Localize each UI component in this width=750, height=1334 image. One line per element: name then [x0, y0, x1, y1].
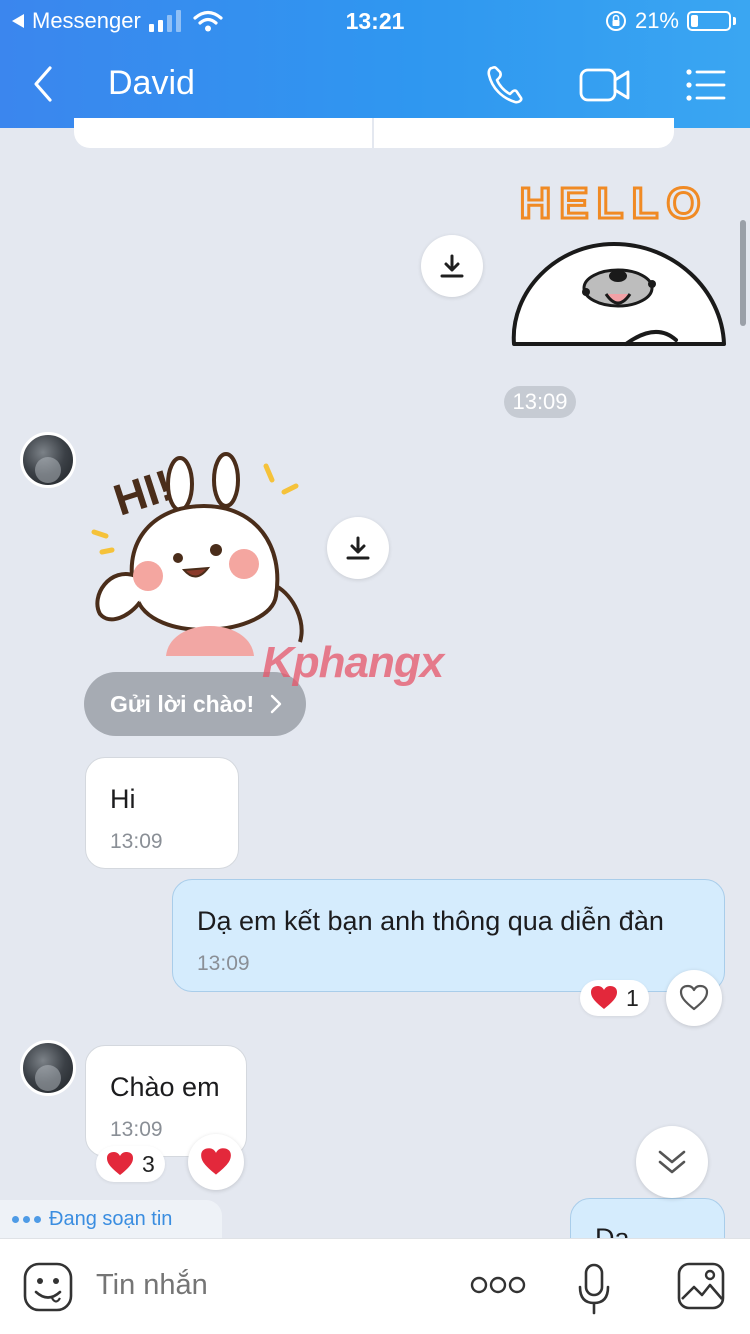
- typing-label: Đang soạn tin: [49, 1207, 173, 1230]
- message-text: Dạ em kết bạn anh thông qua diễn đàn: [197, 906, 664, 936]
- hi-bunny-sticker[interactable]: HI!: [80, 446, 310, 656]
- reaction-summary[interactable]: 3: [96, 1146, 165, 1182]
- message-time: 13:09: [110, 830, 163, 853]
- react-button[interactable]: [666, 970, 722, 1026]
- reaction-summary[interactable]: 1: [580, 980, 649, 1016]
- card-divider: [372, 118, 374, 148]
- message-bubble-outgoing[interactable]: Dạ em kết bạn anh thông qua diễn đàn 13:…: [172, 879, 725, 992]
- message-time: 13:09: [197, 952, 250, 975]
- message-bubble-incoming[interactable]: Hi 13:09: [85, 757, 239, 869]
- battery-icon: [687, 11, 731, 31]
- download-button[interactable]: [421, 235, 483, 297]
- microphone-icon[interactable]: [576, 1263, 612, 1317]
- message-composer: [0, 1238, 750, 1334]
- timestamp-pill: 13:09: [504, 386, 576, 418]
- menu-list-icon[interactable]: [684, 62, 726, 108]
- status-bar-right: 21%: [605, 6, 736, 36]
- heart-outline-icon: [679, 984, 709, 1011]
- contact-avatar[interactable]: [20, 1040, 76, 1096]
- battery-percent: 21%: [634, 8, 679, 33]
- sticker-hello-text: HELLO: [519, 179, 708, 228]
- typing-indicator: Đang soạn tin: [0, 1200, 222, 1238]
- heart-reacted-icon: [201, 1148, 231, 1175]
- previous-card-bottom: [74, 118, 674, 148]
- contact-name[interactable]: David: [108, 64, 195, 103]
- heart-reaction-icon: [591, 986, 617, 1009]
- video-call-icon[interactable]: [578, 62, 632, 108]
- chevron-right-icon: [271, 694, 282, 714]
- chat-header: Messenger 13:21 21% David: [0, 0, 750, 128]
- sticker-emoji-icon[interactable]: [22, 1261, 74, 1313]
- watermark-logo: Kphangx: [262, 638, 444, 687]
- more-options-icon[interactable]: [470, 1273, 526, 1297]
- contact-avatar[interactable]: [20, 432, 76, 488]
- phone-call-icon[interactable]: [484, 62, 526, 108]
- message-text: Chào em: [110, 1072, 220, 1102]
- message-text: Hi: [110, 784, 136, 814]
- typing-dots-icon: [12, 1215, 41, 1223]
- message-input[interactable]: [96, 1269, 436, 1302]
- download-button[interactable]: [327, 517, 389, 579]
- download-icon: [440, 254, 464, 278]
- download-icon: [346, 536, 370, 560]
- reaction-count: 1: [626, 984, 639, 1011]
- image-gallery-icon[interactable]: [676, 1261, 726, 1311]
- react-button[interactable]: [188, 1134, 244, 1190]
- message-time: 13:09: [110, 1118, 163, 1141]
- scrollbar[interactable]: [740, 220, 746, 326]
- reaction-count: 3: [142, 1150, 155, 1177]
- orientation-lock-icon: [605, 11, 626, 31]
- scroll-to-bottom-button[interactable]: [636, 1126, 708, 1198]
- heart-reaction-icon: [107, 1152, 133, 1175]
- hello-seal-sticker[interactable]: HELLO: [506, 172, 728, 352]
- battery-cap: [733, 17, 736, 25]
- send-greeting-label: Gửi lời chào!: [110, 690, 255, 717]
- back-arrow-icon[interactable]: [26, 62, 66, 106]
- double-chevron-down-icon: [658, 1150, 686, 1174]
